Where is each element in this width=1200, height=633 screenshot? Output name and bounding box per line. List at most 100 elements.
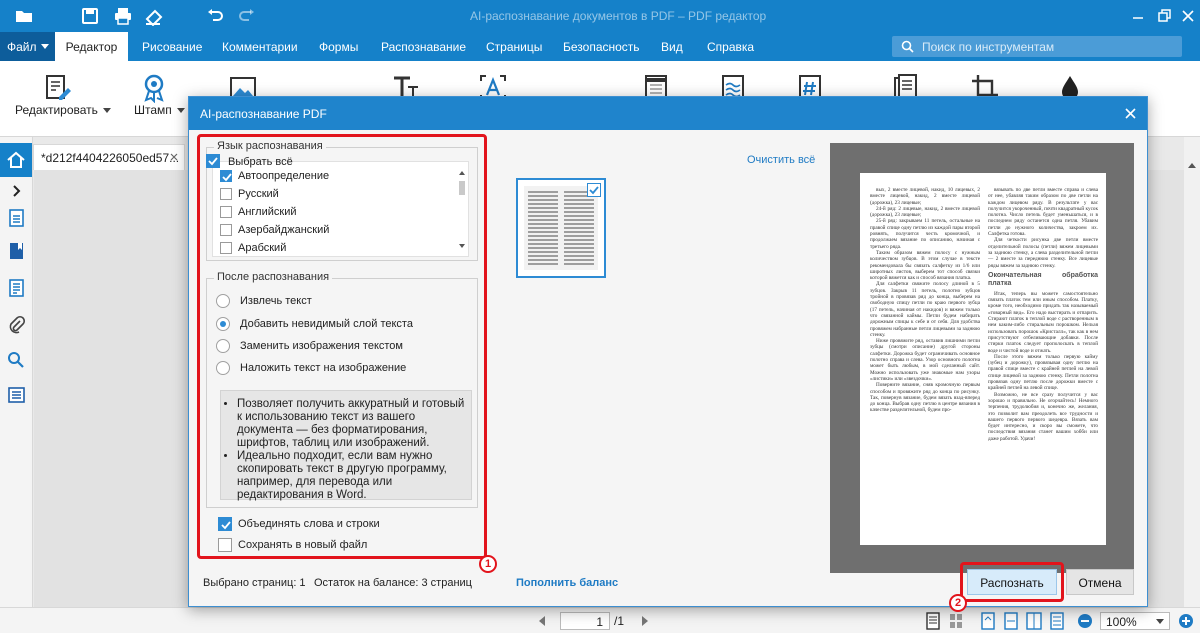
- undo-icon[interactable]: [205, 6, 225, 26]
- tab-pages[interactable]: Страницы: [486, 32, 542, 61]
- tab-security[interactable]: Безопасность: [563, 32, 640, 61]
- step-marker-2: 2: [949, 594, 967, 612]
- language-checkbox-auto[interactable]: [220, 170, 232, 182]
- window-title: AI-распознавание документов в PDF – PDF …: [470, 9, 767, 23]
- two-page-icon[interactable]: [1026, 612, 1042, 630]
- step-marker-1: 1: [479, 555, 497, 573]
- language-checkbox-russian[interactable]: [220, 188, 232, 200]
- page-thumbnail[interactable]: [516, 178, 606, 278]
- single-page-view-icon[interactable]: [925, 612, 941, 630]
- language-checkbox-arabic[interactable]: [220, 242, 232, 254]
- close-window-icon[interactable]: [1178, 6, 1198, 26]
- comments-list-icon[interactable]: [6, 385, 26, 405]
- preview-column-left: вых, 2 вместе лицевой, накид, 10 лицевых…: [870, 187, 980, 414]
- description-item: Позволяет получить аккуратный и готовый …: [237, 398, 465, 450]
- radio-invisible-text-layer[interactable]: [216, 317, 230, 331]
- cancel-button[interactable]: Отмена: [1066, 569, 1134, 595]
- close-tab-icon[interactable]: [168, 151, 180, 163]
- clear-all-link[interactable]: Очистить всё: [747, 154, 815, 166]
- save-new-file-checkbox[interactable]: [218, 538, 232, 552]
- tool-search-input[interactable]: Поиск по инструментам: [892, 36, 1182, 57]
- tab-drawing[interactable]: Рисование: [142, 32, 202, 61]
- refill-balance-link[interactable]: Пополнить баланс: [516, 577, 618, 589]
- title-bar: AI-распознавание документов в PDF – PDF …: [0, 0, 1200, 32]
- language-group-legend: Язык распознавания: [214, 140, 326, 152]
- document-tab[interactable]: *d212f4404226050ed57...: [33, 144, 185, 170]
- scan-icon[interactable]: [144, 6, 164, 26]
- zoom-in-icon[interactable]: [1178, 613, 1194, 629]
- radio-label: Заменить изображения текстом: [240, 340, 403, 352]
- expand-chevron-icon[interactable]: [6, 181, 26, 201]
- language-checkbox-azerbaijani[interactable]: [220, 224, 232, 236]
- check-icon: [221, 521, 231, 530]
- ai-ocr-dialog: AI-распознавание PDF Язык распознавания …: [188, 96, 1148, 612]
- language-label: Азербайджанский: [238, 224, 330, 236]
- recognize-button[interactable]: Распознать: [967, 569, 1057, 595]
- merge-words-label: Объединять слова и строки: [238, 518, 380, 530]
- zoom-out-icon[interactable]: [1077, 613, 1093, 629]
- fit-page-icon[interactable]: [980, 612, 996, 630]
- edit-tool[interactable]: Редактировать: [15, 103, 111, 117]
- home-button[interactable]: [0, 143, 32, 177]
- language-label: Арабский: [238, 242, 287, 254]
- file-menu-button[interactable]: Файл: [0, 32, 55, 61]
- tab-view[interactable]: Вид: [661, 32, 683, 61]
- maximize-icon[interactable]: [1154, 6, 1174, 26]
- dialog-header: AI-распознавание PDF: [189, 97, 1147, 130]
- next-page-icon[interactable]: [640, 615, 650, 627]
- chevron-down-icon: [102, 108, 111, 114]
- language-checkbox-english[interactable]: [220, 206, 232, 218]
- radio-label: Добавить невидимый слой текста: [240, 318, 413, 330]
- save-icon[interactable]: [80, 6, 100, 26]
- close-dialog-icon[interactable]: [1124, 107, 1137, 120]
- tab-comments[interactable]: Комментарии: [222, 32, 298, 61]
- tab-forms[interactable]: Формы: [319, 32, 358, 61]
- page-number-input[interactable]: 1: [560, 612, 610, 630]
- radio-label: Наложить текст на изображение: [240, 362, 407, 374]
- tab-recognition[interactable]: Распознавание: [381, 32, 466, 61]
- preview-column-right: вязывать по две петли вместе справа и сл…: [988, 187, 1098, 442]
- tab-editor[interactable]: Редактор: [55, 32, 128, 61]
- thumbnails-icon[interactable]: [6, 208, 26, 228]
- tab-help[interactable]: Справка: [707, 32, 754, 61]
- attachment-icon[interactable]: [6, 315, 26, 335]
- zoom-select[interactable]: 100%: [1100, 612, 1170, 630]
- stamp-tool[interactable]: Штамп: [134, 103, 185, 117]
- fit-width-icon[interactable]: [1003, 612, 1019, 630]
- radio-overlay-text[interactable]: [216, 361, 230, 375]
- home-icon: [7, 151, 25, 168]
- scroll-up-icon[interactable]: [1187, 161, 1197, 169]
- language-list[interactable]: Автоопределение Русский Английский Азерб…: [212, 161, 469, 257]
- open-folder-icon[interactable]: [14, 6, 34, 26]
- vertical-scrollbar[interactable]: [1184, 137, 1200, 607]
- continuous-view-icon[interactable]: [1049, 612, 1065, 630]
- zoom-value: 100%: [1106, 615, 1137, 629]
- edit-document-icon[interactable]: [43, 73, 73, 103]
- page-thumbnails-panel: [505, 143, 811, 568]
- stamp-icon[interactable]: [139, 73, 169, 103]
- language-label: Автоопределение: [238, 170, 330, 182]
- prev-page-icon[interactable]: [537, 615, 547, 627]
- pages-panel-icon[interactable]: [6, 278, 26, 298]
- select-all-checkbox[interactable]: [206, 154, 220, 168]
- preview-page: вых, 2 вместе лицевой, накид, 10 лицевых…: [860, 173, 1106, 545]
- preview-paragraph: Итак, теперь вы можете самостоятельно св…: [988, 290, 1098, 354]
- edit-tool-label: Редактировать: [15, 103, 98, 117]
- search-panel-icon[interactable]: [6, 350, 26, 370]
- bookmarks-icon[interactable]: [6, 241, 26, 261]
- preview-paragraph: 24-й ряд: 2 лицевые, накид, 2 вместе лиц…: [870, 205, 980, 219]
- print-icon[interactable]: [113, 6, 133, 26]
- radio-extract-text[interactable]: [216, 294, 230, 308]
- select-all-label: Выбрать всё: [228, 156, 293, 168]
- language-list-scrollbar[interactable]: [458, 170, 466, 250]
- chevron-down-icon: [176, 108, 185, 114]
- preview-paragraph: вых, 2 вместе лицевой, накид, 10 лицевых…: [870, 187, 980, 206]
- radio-replace-images[interactable]: [216, 339, 230, 353]
- after-recognition-group: После распознавания Извлечь текст Добави…: [206, 271, 478, 508]
- redo-icon[interactable]: [237, 6, 257, 26]
- minimize-icon[interactable]: [1128, 6, 1148, 26]
- thumbnail-selected-icon[interactable]: [587, 183, 601, 197]
- preview-paragraph: Таким образом вяжем полосу с нужным коли…: [870, 249, 980, 282]
- merge-words-checkbox[interactable]: [218, 517, 232, 531]
- grid-view-icon[interactable]: [948, 612, 964, 630]
